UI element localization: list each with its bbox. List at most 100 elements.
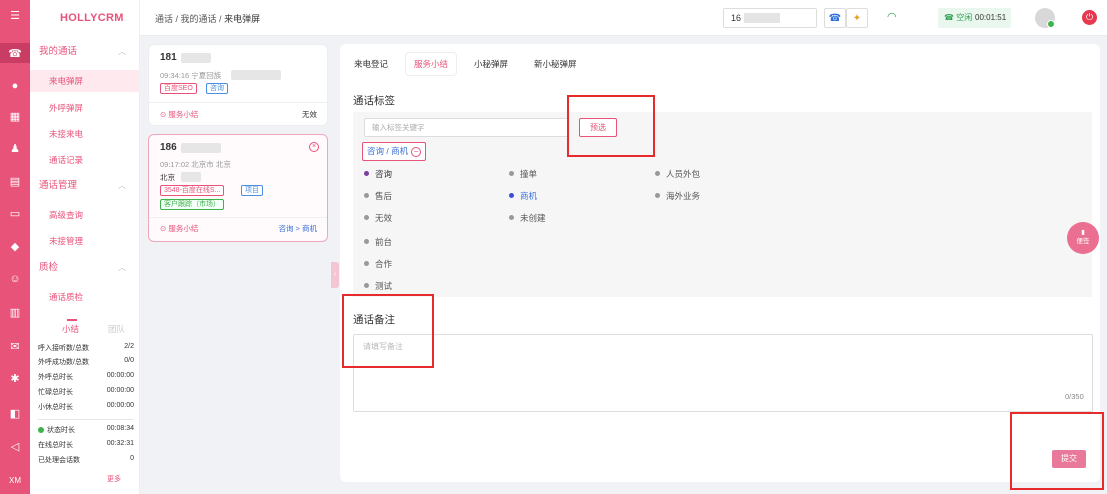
check-circle-icon: ⊙: [160, 110, 167, 119]
monitor-icon[interactable]: ▭: [0, 203, 30, 223]
tag-option[interactable]: 合作: [364, 258, 392, 270]
tag-option[interactable]: 售后: [364, 190, 392, 202]
document-icon[interactable]: ▤: [0, 171, 30, 191]
tag-option[interactable]: 人员外包: [655, 168, 700, 180]
service-summary-link[interactable]: ⊙ 服务小结: [160, 109, 198, 120]
divider: [149, 217, 327, 218]
user-icon[interactable]: ♟: [0, 138, 30, 158]
stat-row: 忙碌总时长 00:00:00: [38, 387, 134, 396]
tag-option[interactable]: 咨询: [364, 168, 392, 180]
bullet-icon: [364, 239, 369, 244]
redacted-mask: [744, 13, 780, 23]
menu-item-missed-mgmt[interactable]: 未接管理: [30, 230, 140, 252]
signal-icon: ◠: [887, 11, 897, 23]
call-time: 09:17:02 北京市 北京: [160, 160, 231, 169]
menu-group-qa[interactable]: 质检 ︿: [30, 258, 140, 278]
redacted-mask: [181, 143, 221, 153]
call-result: 咨询 > 商机: [278, 224, 317, 233]
check-circle-icon: ⊙: [160, 224, 167, 233]
menu-item-outbound-popup[interactable]: 外呼弹屏: [30, 97, 140, 119]
type-tag: 咨询: [206, 83, 228, 94]
bullet-icon: [364, 215, 369, 220]
call-result: 无效: [302, 110, 317, 119]
stat-row: 已处理会话数 0: [38, 455, 134, 464]
menu-group-call-mgmt[interactable]: 通话管理 ︿: [30, 176, 140, 196]
online-status-icon: [1047, 20, 1055, 28]
tab-call-register[interactable]: 来电登记: [346, 53, 396, 75]
stats-tabs: 小结 团队: [30, 318, 140, 340]
tab-underline: [67, 319, 77, 321]
char-counter: 0/350: [1065, 392, 1084, 401]
message-icon[interactable]: ✉: [0, 336, 30, 356]
redacted-mask: [231, 70, 281, 80]
tab-assistant-popup[interactable]: 小秘弹屏: [466, 53, 516, 75]
breadcrumb: 通话 / 我的通话 / 来电弹屏: [155, 14, 261, 24]
bullet-icon: [509, 215, 514, 220]
main-panel: 来电登记 服务小结 小秘弹屏 新小秘弹屏 通话标签 输入标签关键字 预选 咨询 …: [340, 44, 1100, 482]
robot-icon[interactable]: ☺: [0, 269, 30, 289]
call-memo-textarea[interactable]: 请填写备注: [353, 334, 1093, 412]
caller-number: 181: [160, 52, 177, 63]
collapse-handle[interactable]: ‹: [331, 262, 339, 288]
more-link[interactable]: 更多: [107, 474, 121, 484]
menu-item-missed-calls[interactable]: 未接来电: [30, 123, 140, 145]
bar-chart-icon[interactable]: ▥: [0, 302, 30, 322]
shield-icon[interactable]: ◆: [0, 236, 30, 256]
sticky-note-button[interactable]: ▮ 便签: [1067, 222, 1099, 254]
send-icon[interactable]: ◁: [0, 436, 30, 456]
call-timer: 00:01:51: [975, 13, 1007, 22]
chevron-up-icon: ︿: [118, 263, 126, 272]
call-card-selected[interactable]: 186 × 09:17:02 北京市 北京 北京 3548-百度在线S... 项…: [148, 134, 328, 242]
stat-row: 在线总时长 00:32:31: [38, 440, 134, 449]
tracking-tag: 客户跟踪（市场）: [160, 199, 224, 210]
consult-icon[interactable]: ✦: [846, 8, 868, 28]
chat-icon[interactable]: ●: [0, 76, 30, 96]
tab-team[interactable]: 团队: [108, 323, 125, 335]
close-icon[interactable]: ×: [309, 142, 319, 152]
dial-number-input[interactable]: 16: [723, 8, 817, 28]
notification-icon[interactable]: ◧: [0, 403, 30, 423]
chevron-up-icon: ︿: [118, 47, 126, 56]
menu-item-inbound-popup[interactable]: 来电弹屏: [30, 70, 140, 92]
remove-icon[interactable]: −: [411, 147, 422, 157]
highlight-box: [342, 294, 434, 368]
stat-row: 小休总时长 00:00:00: [38, 402, 134, 411]
tag-option[interactable]: 前台: [364, 236, 392, 248]
tag-option[interactable]: 无效: [364, 212, 392, 224]
tag-option[interactable]: 商机: [509, 190, 537, 202]
call-transfer-icon[interactable]: ☎: [824, 8, 846, 28]
menu-group-my-calls[interactable]: 我的通话 ︿: [30, 42, 140, 62]
tag-option[interactable]: 海外业务: [655, 190, 700, 202]
brand-logo: HOLLYCRM: [60, 12, 124, 24]
selected-tag-chip[interactable]: 咨询 / 商机 −: [362, 142, 427, 161]
bullet-icon: [509, 193, 514, 198]
top-header: 通话 / 我的通话 / 来电弹屏 16 ☎ ✦ ◠ ☎ 空闲 00:01:51 …: [140, 0, 1107, 36]
tag-option[interactable]: 测试: [364, 280, 392, 292]
power-icon[interactable]: ⏻: [1082, 10, 1097, 25]
tab-service-summary[interactable]: 服务小结: [406, 53, 457, 75]
rail-footer-label[interactable]: XM: [0, 470, 30, 490]
tag-option[interactable]: 撞单: [509, 168, 537, 180]
call-tags-title: 通话标签: [353, 95, 395, 107]
type-tag: 项目: [241, 185, 263, 196]
menu-item-call-qa[interactable]: 通话质检: [30, 286, 140, 308]
bullet-icon: [364, 171, 369, 176]
gear-icon[interactable]: ✱: [0, 368, 30, 388]
tab-summary[interactable]: 小结: [62, 323, 79, 335]
phone-status-icon: ☎: [944, 13, 954, 22]
menu-icon[interactable]: ☰: [0, 5, 30, 25]
highlight-box: [567, 95, 655, 157]
grid-icon[interactable]: ▦: [0, 106, 30, 126]
menu-item-advanced-query[interactable]: 高级查询: [30, 204, 140, 226]
divider: [38, 419, 134, 420]
phone-icon[interactable]: ☎: [0, 43, 30, 63]
menu-item-call-records[interactable]: 通话记录: [30, 149, 140, 171]
tab-new-assistant-popup[interactable]: 新小秘弹屏: [526, 53, 585, 75]
tag-keyword-input[interactable]: 输入标签关键字: [364, 118, 569, 137]
tag-option[interactable]: 未创建: [509, 212, 546, 224]
stat-row: 状态时长 00:08:34: [38, 425, 134, 436]
call-card[interactable]: 181 09:34:16 宁夏回族 百度SEO 咨询 ⊙ 服务小结 无效: [148, 44, 328, 126]
source-tag: 3548-百度在线S...: [160, 185, 225, 196]
service-summary-link[interactable]: ⊙ 服务小结: [160, 223, 198, 234]
divider: [149, 102, 327, 103]
